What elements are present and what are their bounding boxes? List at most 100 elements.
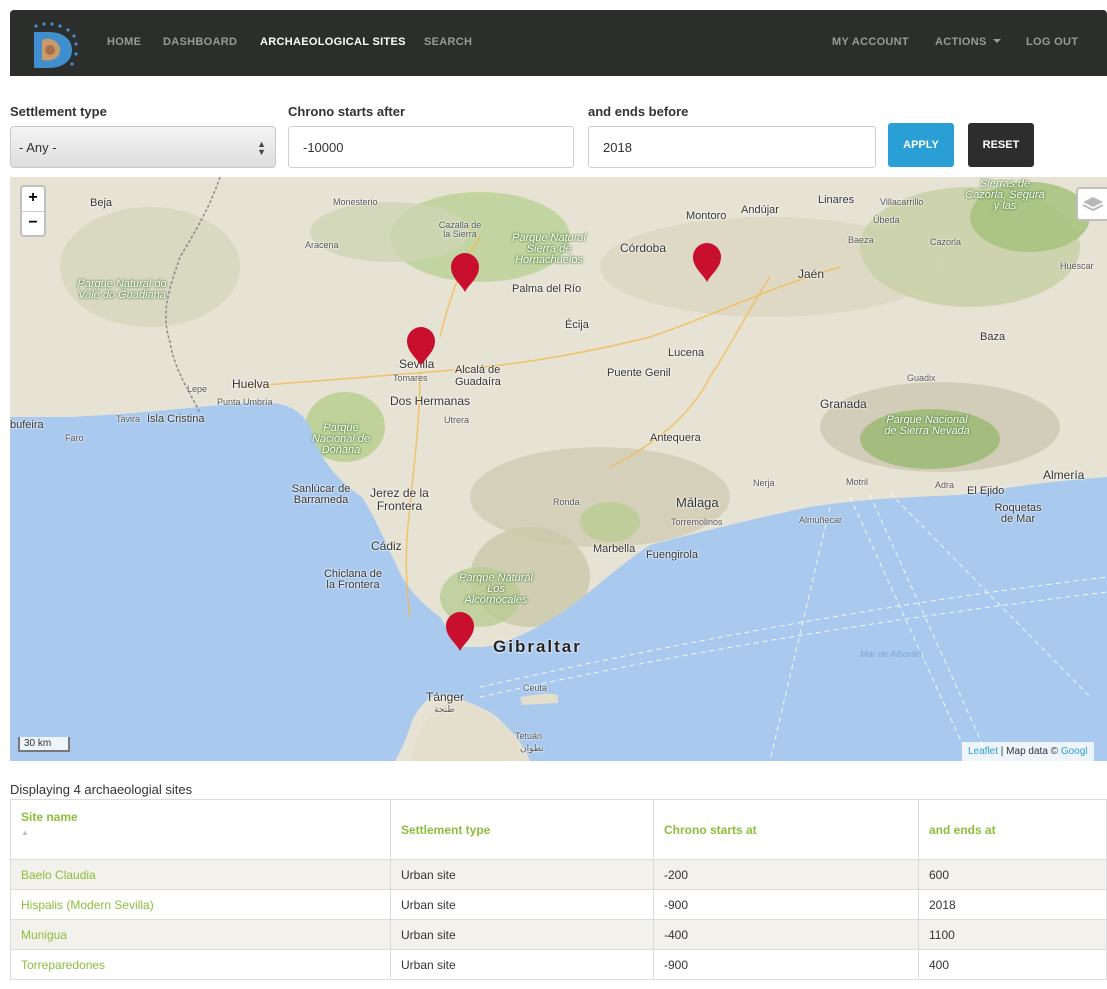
- reset-button[interactable]: RESET: [968, 123, 1034, 167]
- map-label-jerez: Jerez de la Frontera: [370, 486, 429, 513]
- map-label-puente-genil: Puente Genil: [607, 367, 671, 379]
- map-label-huelva: Huelva: [232, 377, 270, 391]
- map-label-el-ejido: El Ejido: [967, 485, 1005, 497]
- map-label-sanlucar: Sanlúcar de Barrameda: [291, 483, 351, 506]
- table-row: Munigua Urban site -400 1100: [10, 919, 1107, 950]
- map-label-cazorla: Cazorla: [930, 237, 962, 247]
- map-marker-icon[interactable]: [449, 251, 481, 293]
- map-marker-icon[interactable]: [691, 241, 723, 283]
- apply-button[interactable]: APPLY: [888, 123, 954, 167]
- map-marker-icon[interactable]: [444, 610, 476, 652]
- chrono-end-input[interactable]: [588, 126, 876, 168]
- map-label-almunecar: Almuñécar: [799, 515, 843, 525]
- logo-icon[interactable]: [24, 18, 80, 74]
- header-chrono-starts[interactable]: Chrono starts at: [653, 799, 919, 860]
- map-label-granada: Granada: [820, 397, 867, 411]
- leaflet-link[interactable]: Leaflet: [968, 746, 998, 757]
- map-label-dos-hermanas: Dos Hermanas: [390, 394, 471, 408]
- nav-my-account-link[interactable]: MY ACCOUNT: [832, 36, 909, 48]
- site-name-link[interactable]: Baelo Claudia: [10, 859, 391, 890]
- site-name-link[interactable]: Munigua: [10, 919, 391, 950]
- map-label-aracena: Aracena: [305, 240, 339, 250]
- map-label-tetuan: Tetuán: [515, 731, 543, 741]
- nav-dashboard-link[interactable]: DASHBOARD: [163, 36, 237, 48]
- layers-icon: [1082, 197, 1104, 212]
- chrono-end-cell: 1100: [918, 919, 1107, 950]
- map-label-torremolinos: Torremolinos: [671, 517, 723, 527]
- nav-logout-link[interactable]: LOG OUT: [1026, 36, 1078, 48]
- map-marker-icon[interactable]: [405, 325, 437, 367]
- table-row: Baelo Claudia Urban site -200 600: [10, 859, 1107, 890]
- chrono-start-input[interactable]: [288, 126, 574, 168]
- map-label-gibraltar: Gibraltar: [493, 637, 582, 656]
- map-label-utrera: Utrera: [444, 415, 470, 425]
- map-label-cordoba: Córdoba: [620, 241, 667, 255]
- site-name-link[interactable]: Torreparedones: [10, 949, 391, 980]
- map-label-faro: Faro: [65, 433, 84, 443]
- header-site-name[interactable]: Site name ▲: [10, 799, 391, 860]
- google-link[interactable]: Googl: [1061, 746, 1088, 757]
- table-row: Torreparedones Urban site -900 400: [10, 949, 1107, 980]
- map-label-pn-guadiana: Parque Natural do Vale do Guadiana: [77, 278, 167, 301]
- nav-home-link[interactable]: HOME: [107, 36, 141, 48]
- map-label-tomares: Tomares: [393, 373, 428, 383]
- map-label-almeria: Almería: [1043, 468, 1085, 482]
- map-label-antequera: Antequera: [650, 432, 701, 444]
- map-label-punta-umbria: Punta Umbría: [217, 397, 273, 407]
- map-label-baza: Baza: [980, 331, 1006, 343]
- chrono-start-cell: -200: [653, 859, 919, 890]
- caret-down-icon: [992, 39, 1001, 43]
- map-label-monesterio: Monesterio: [333, 197, 378, 207]
- map-label-villacarrillo: Villacarrillo: [880, 197, 924, 207]
- map-label-cadiz: Cádiz: [371, 539, 402, 553]
- map-label-pn-alcornocales: Parque Natural Los Alcornocales: [459, 572, 533, 606]
- map-label-tetuan-ar: تطوان: [520, 743, 544, 753]
- header-site-name-label: Site name: [21, 810, 78, 824]
- map-label-lepe: Lepe: [187, 384, 208, 394]
- map-label-tanger: Tánger: [426, 690, 465, 704]
- chrono-start-cell: -900: [653, 889, 919, 920]
- settlement-type-value: - Any -: [19, 140, 57, 155]
- map-label-andujar: Andújar: [741, 204, 779, 216]
- map-label-pn-donana: Parque Nacional de Doñana: [311, 422, 371, 456]
- table-header-row: Site name ▲ Settlement type Chrono starts…: [10, 799, 1107, 860]
- map-label-ecija: Écija: [565, 319, 589, 331]
- settlement-type-label: Settlement type: [10, 104, 107, 119]
- chrono-end-cell: 600: [918, 859, 1107, 890]
- map[interactable]: Beja Monesterio Cazalla de la Sierra Ara…: [10, 177, 1107, 761]
- map-label-fuengirola: Fuengirola: [646, 549, 698, 561]
- map-label-tavira: Tavira: [116, 414, 141, 424]
- zoom-in-button[interactable]: +: [22, 187, 44, 211]
- chrono-start-cell: -400: [653, 919, 919, 950]
- chrono-end-cell: 400: [918, 949, 1107, 980]
- map-attribution: Leaflet | Map data © Googl: [962, 742, 1094, 761]
- map-label-palma: Palma del Río: [512, 283, 582, 295]
- settlement-type-select[interactable]: - Any - ▲ ▼: [10, 126, 276, 168]
- zoom-control: + −: [20, 185, 46, 237]
- nav-actions-dropdown[interactable]: ACTIONS: [935, 36, 1001, 48]
- scale-bar: 30 km: [18, 737, 70, 752]
- header-settlement-type[interactable]: Settlement type: [390, 799, 654, 860]
- select-arrows-icon: ▲ ▼: [257, 139, 266, 157]
- header-chrono-ends[interactable]: and ends at: [918, 799, 1107, 860]
- map-label-alcala: Alcalá de Guadaíra: [455, 364, 501, 388]
- site-name-link[interactable]: Hispalis (Modern Sevilla): [10, 889, 391, 920]
- map-label-ronda: Ronda: [553, 497, 580, 507]
- nav-archaeological-sites-link[interactable]: ARCHAEOLOGICAL SITES: [260, 36, 406, 48]
- layers-button[interactable]: [1076, 187, 1107, 221]
- map-label-huescar: Huéscar: [1060, 261, 1094, 271]
- map-label-mar-alboran: Mar de Alborán: [860, 649, 922, 659]
- settlement-type-cell: Urban site: [390, 859, 654, 890]
- map-label-albufeira: bufeira: [10, 419, 44, 431]
- results-count: Displaying 4 archaeologial sites: [10, 782, 193, 797]
- map-label-adra: Adra: [935, 480, 955, 490]
- map-label-beja: Beja: [90, 197, 113, 209]
- nav-search-link[interactable]: SEARCH: [424, 36, 472, 48]
- map-label-sierras-cazorla: Sierras de Cazorla, Segura y las: [965, 178, 1045, 212]
- map-label-guadix: Guadix: [907, 373, 936, 383]
- settlement-type-cell: Urban site: [390, 949, 654, 980]
- map-label-ubeda: Úbeda: [873, 215, 900, 225]
- attribution-separator: | Map data ©: [998, 746, 1061, 757]
- zoom-out-button[interactable]: −: [22, 211, 44, 235]
- map-label-ceuta: Ceuta: [523, 683, 548, 693]
